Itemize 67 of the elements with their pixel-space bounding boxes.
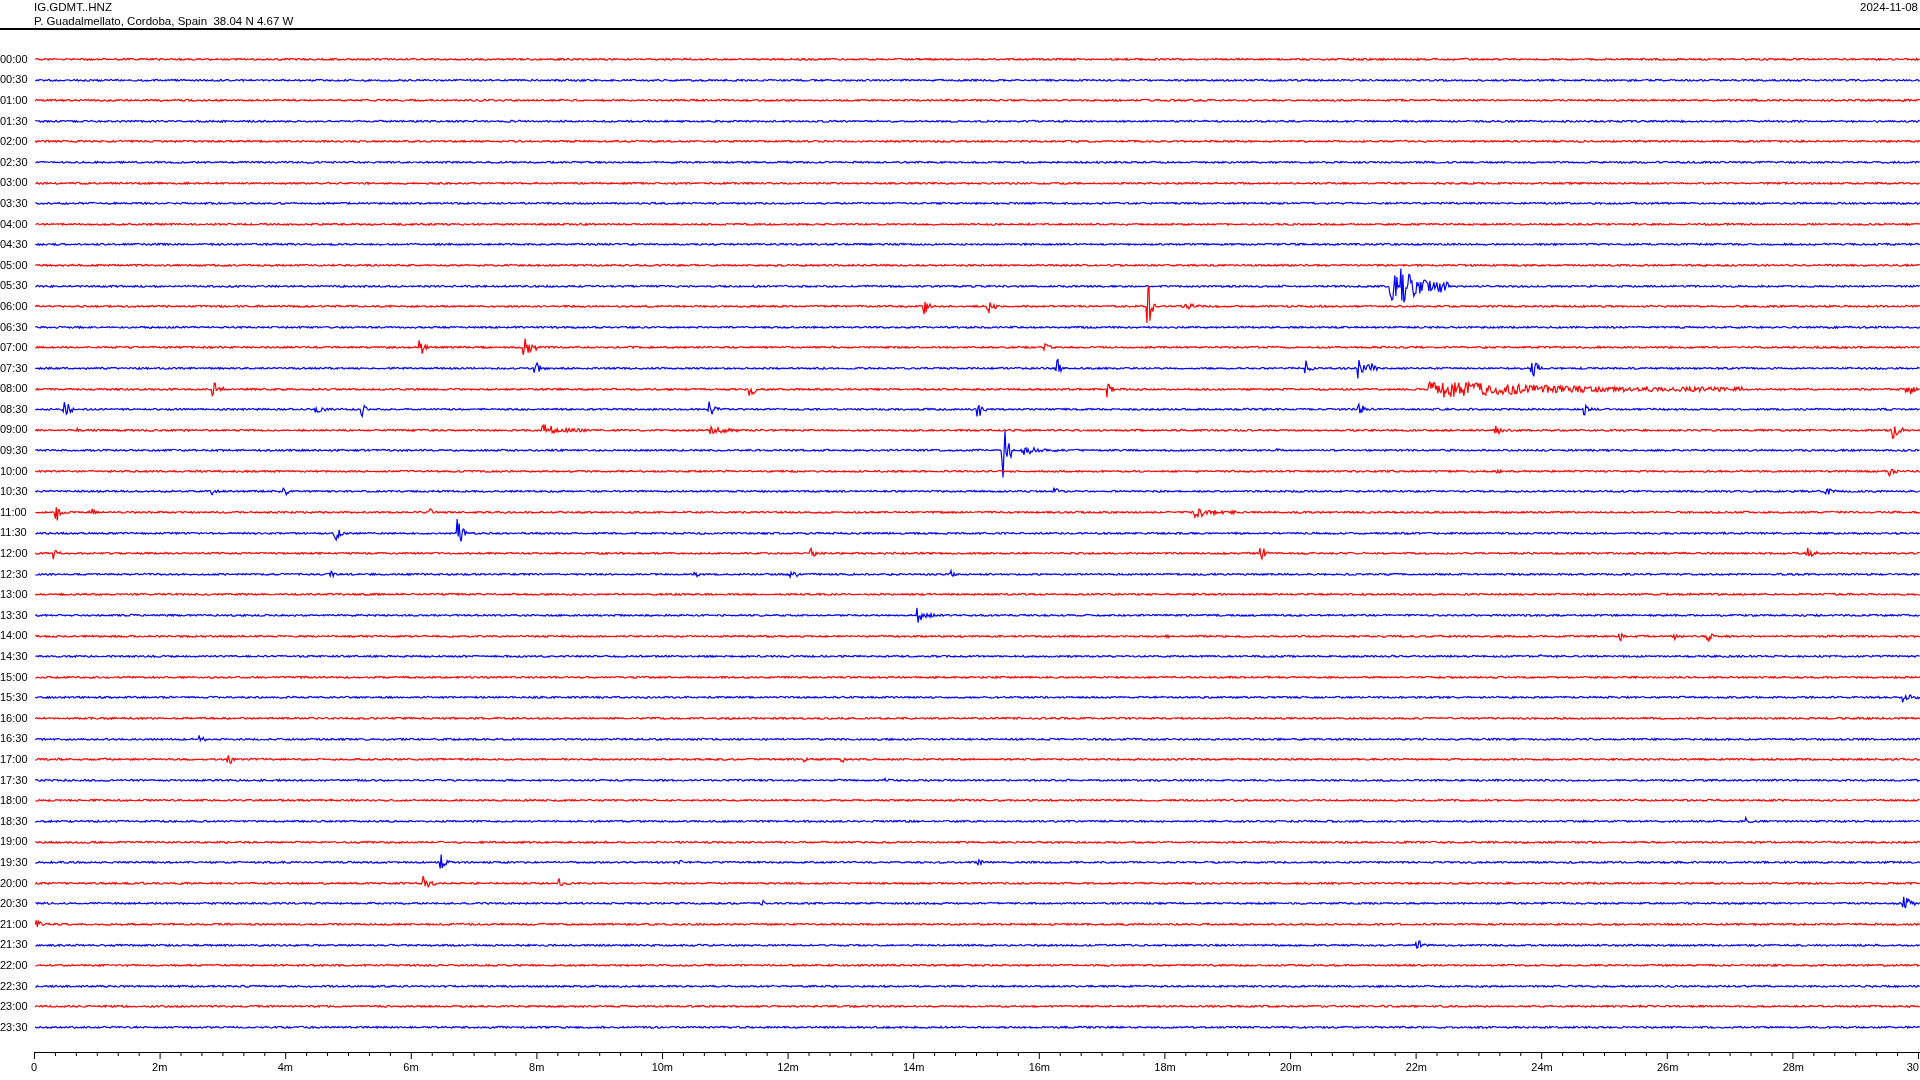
time-label: 11:00 bbox=[0, 505, 28, 519]
axis-tick-label: 0 bbox=[31, 1060, 38, 1074]
axis-tick-label: 8m bbox=[529, 1060, 545, 1074]
time-label: 18:00 bbox=[0, 794, 29, 808]
time-label: 12:30 bbox=[0, 567, 29, 581]
time-label: 03:30 bbox=[0, 196, 29, 210]
axis-tick-label: 24m bbox=[1531, 1060, 1553, 1074]
time-label: 09:30 bbox=[0, 444, 29, 458]
axis-tick-label: 20m bbox=[1279, 1060, 1302, 1074]
axis-tick-label: 16m bbox=[1028, 1060, 1051, 1074]
time-label: 02:30 bbox=[0, 155, 29, 169]
time-label: 15:30 bbox=[0, 691, 29, 705]
time-label: 00:00 bbox=[0, 52, 29, 66]
time-label: 13:30 bbox=[0, 608, 29, 622]
axis-tick-label: 2m bbox=[152, 1060, 168, 1074]
axis-tick-label: 4m bbox=[277, 1060, 293, 1074]
time-label: 04:30 bbox=[0, 238, 29, 252]
axis-tick-label: 30 bbox=[1906, 1060, 1919, 1074]
time-label: 15:00 bbox=[0, 670, 29, 684]
axis-tick-label: 14m bbox=[902, 1060, 925, 1074]
axis-tick-label: 22m bbox=[1405, 1060, 1428, 1074]
time-label: 14:30 bbox=[0, 650, 29, 663]
time-label: 11:30 bbox=[0, 526, 28, 540]
time-label: 19:00 bbox=[0, 835, 29, 849]
axis-tick-label: 12m bbox=[777, 1060, 799, 1074]
time-label: 18:30 bbox=[0, 814, 29, 828]
time-label: 05:00 bbox=[0, 258, 29, 272]
time-label: 05:30 bbox=[0, 279, 29, 293]
time-label: 06:30 bbox=[0, 320, 29, 334]
time-label: 22:30 bbox=[0, 979, 29, 993]
time-label: 01:30 bbox=[0, 114, 29, 128]
time-label: 02:00 bbox=[0, 135, 29, 149]
station-code: IG.GDMT..HNZ bbox=[34, 0, 113, 14]
axis-tick-label: 18m bbox=[1154, 1060, 1176, 1074]
time-label: 12:00 bbox=[0, 547, 29, 561]
time-label: 17:00 bbox=[0, 753, 29, 766]
time-label: 17:30 bbox=[0, 773, 29, 787]
axis-tick-label: 6m bbox=[403, 1060, 419, 1074]
time-label: 07:30 bbox=[0, 361, 29, 375]
time-label: 09:00 bbox=[0, 423, 29, 437]
axis-tick-label: 10m bbox=[651, 1060, 674, 1074]
time-label: 07:00 bbox=[0, 341, 29, 355]
time-label: 16:30 bbox=[0, 732, 29, 746]
time-label: 13:00 bbox=[0, 588, 29, 602]
time-label: 16:00 bbox=[0, 711, 29, 725]
time-label: 10:30 bbox=[0, 485, 29, 499]
time-label: 22:00 bbox=[0, 958, 29, 972]
time-label: 21:00 bbox=[0, 917, 29, 931]
station-location: P. Guadalmellato, Cordoba, Spain 38.04 N 4.67 W bbox=[34, 14, 294, 28]
time-label: 01:00 bbox=[0, 94, 29, 107]
axis-tick-label: 26m bbox=[1656, 1060, 1679, 1074]
time-label: 06:00 bbox=[0, 299, 29, 313]
plot-date: 2024-11-08 bbox=[1860, 0, 1918, 15]
time-label: 08:30 bbox=[0, 402, 29, 416]
axis-tick-label: 28m bbox=[1782, 1060, 1805, 1074]
time-label: 23:30 bbox=[0, 1020, 29, 1034]
time-label: 19:30 bbox=[0, 855, 29, 869]
time-label: 20:30 bbox=[0, 897, 29, 911]
time-label: 03:00 bbox=[0, 176, 29, 190]
time-label: 08:00 bbox=[0, 382, 29, 396]
time-label: 00:30 bbox=[0, 73, 29, 87]
time-label: 20:00 bbox=[0, 876, 29, 890]
time-label: 10:00 bbox=[0, 464, 29, 478]
time-label: 04:00 bbox=[0, 217, 29, 231]
time-label: 21:30 bbox=[0, 938, 29, 952]
time-label: 23:00 bbox=[0, 1000, 29, 1014]
time-label: 14:00 bbox=[0, 629, 29, 643]
